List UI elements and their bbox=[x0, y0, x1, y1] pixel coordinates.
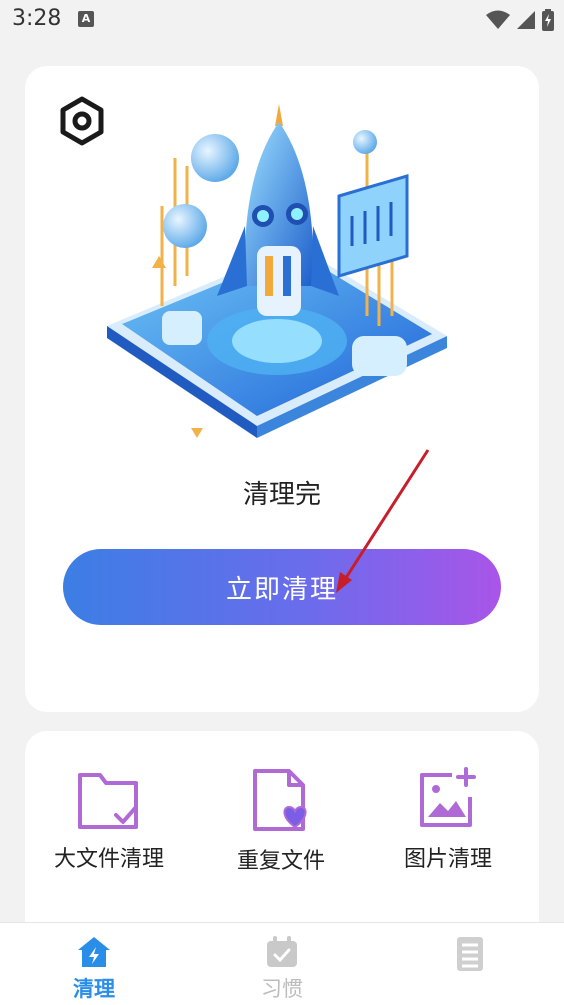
folder-check-icon bbox=[78, 773, 138, 829]
battery-icon bbox=[542, 9, 554, 31]
settings-button[interactable] bbox=[57, 96, 107, 146]
tools-card: 大文件清理 重复文件 图片清理 bbox=[25, 731, 539, 951]
nav-label-habit: 习惯 bbox=[261, 977, 303, 1001]
nav-label-clean: 清理 bbox=[73, 977, 115, 1001]
tool-label: 图片清理 bbox=[403, 847, 492, 872]
file-heart-icon bbox=[253, 769, 307, 831]
tool-label: 重复文件 bbox=[236, 849, 325, 874]
rocket-illustration bbox=[107, 104, 447, 438]
status-time: 3:28 bbox=[12, 6, 62, 31]
clean-status-text: 清理完 bbox=[242, 480, 321, 510]
tool-image-clean[interactable]: 图片清理 bbox=[373, 767, 523, 873]
image-plus-icon bbox=[420, 767, 476, 827]
wifi-icon bbox=[486, 10, 510, 29]
nav-item-clean[interactable]: 清理 bbox=[34, 935, 154, 1003]
nav-item-habit[interactable]: 习惯 bbox=[222, 935, 342, 1003]
clean-status-card: 清理完 立即清理 bbox=[25, 66, 539, 712]
home-bolt-icon bbox=[78, 937, 110, 967]
tool-large-file-clean[interactable]: 大文件清理 bbox=[34, 767, 184, 873]
clean-now-button[interactable]: 立即清理 bbox=[63, 549, 501, 625]
status-bar: 3:28 A bbox=[0, 0, 564, 40]
calendar-check-icon bbox=[267, 936, 297, 967]
signal-icon bbox=[517, 11, 535, 29]
tool-duplicate-files[interactable]: 重复文件 bbox=[206, 767, 356, 875]
system-icons bbox=[486, 9, 554, 31]
settings-hexagon-icon bbox=[60, 96, 104, 146]
notification-a-icon: A bbox=[78, 11, 94, 27]
bottom-nav: 清理 习惯 bbox=[0, 922, 564, 1005]
tool-label: 大文件清理 bbox=[53, 847, 164, 872]
list-icon bbox=[457, 937, 483, 971]
nav-item-more[interactable] bbox=[410, 935, 530, 973]
